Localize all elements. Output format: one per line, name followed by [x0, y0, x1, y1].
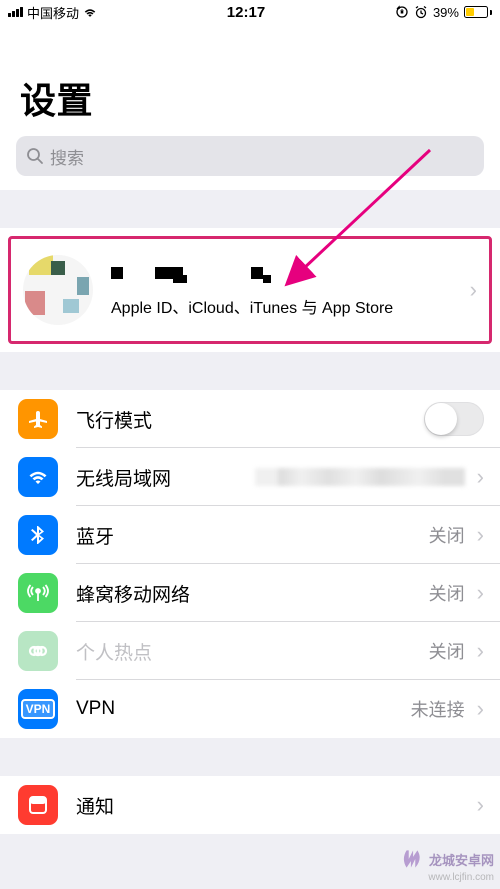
watermark-url: www.lcjfin.com [399, 872, 494, 883]
search-wrap: 搜索 [0, 136, 500, 190]
apple-id-row[interactable]: Apple ID、iCloud、iTunes 与 App Store › [8, 236, 492, 344]
airplane-mode-row[interactable]: 飞行模式 [0, 390, 500, 448]
profile-name-redacted [111, 263, 466, 285]
row-value: 关闭 [429, 638, 465, 664]
row-value: 未连接 [411, 696, 465, 722]
row-value: 关闭 [429, 580, 465, 606]
chevron-icon: › [477, 522, 484, 548]
rotation-lock-icon [395, 5, 409, 19]
row-value: 关闭 [429, 522, 465, 548]
hotspot-icon [18, 631, 58, 671]
battery-icon [464, 6, 492, 18]
cellular-icon [18, 573, 58, 613]
watermark-text: 龙城安卓网 [429, 850, 494, 869]
avatar [23, 255, 93, 325]
status-bar: 中国移动 12:17 39% [0, 0, 500, 24]
chevron-icon: › [477, 580, 484, 606]
clock: 12:17 [227, 4, 265, 21]
vpn-row[interactable]: VPN VPN 未连接 › [0, 680, 500, 738]
notifications-icon [18, 785, 58, 825]
row-label: 蓝牙 [76, 522, 429, 549]
cellular-row[interactable]: 蜂窝移动网络 关闭 › [0, 564, 500, 622]
profile-group: Apple ID、iCloud、iTunes 与 App Store › [0, 228, 500, 352]
hotspot-row[interactable]: 个人热点 关闭 › [0, 622, 500, 680]
row-label: 通知 [76, 792, 473, 819]
profile-subtitle: Apple ID、iCloud、iTunes 与 App Store [111, 294, 466, 318]
battery-pct: 39% [433, 5, 459, 20]
wifi-status-icon [83, 7, 97, 18]
row-label: 个人热点 [76, 638, 429, 665]
search-placeholder: 搜索 [50, 144, 84, 169]
status-left: 中国移动 [8, 3, 97, 22]
chevron-icon: › [470, 277, 477, 303]
notifications-group: 通知 › [0, 776, 500, 834]
search-icon [26, 147, 44, 165]
connectivity-group: 飞行模式 无线局域网 › 蓝牙 关闭 › 蜂窝移动网络 关闭 › 个人热点 关闭… [0, 390, 500, 738]
page-title: 设置 [20, 72, 480, 124]
chevron-icon: › [477, 638, 484, 664]
profile-text: Apple ID、iCloud、iTunes 与 App Store [111, 263, 466, 318]
wifi-value-redacted [255, 468, 465, 486]
wifi-row[interactable]: 无线局域网 › [0, 448, 500, 506]
row-label: 无线局域网 [76, 464, 255, 491]
signal-icon [8, 7, 23, 17]
chevron-icon: › [477, 696, 484, 722]
airplane-toggle[interactable] [424, 402, 484, 436]
airplane-icon [18, 399, 58, 439]
row-label: 飞行模式 [76, 406, 424, 433]
vpn-icon: VPN [18, 689, 58, 729]
search-input[interactable]: 搜索 [16, 136, 484, 176]
watermark-icon [399, 846, 425, 872]
wifi-icon [18, 457, 58, 497]
row-label: 蜂窝移动网络 [76, 580, 429, 607]
chevron-icon: › [477, 464, 484, 490]
chevron-icon: › [477, 792, 484, 818]
header: 设置 [0, 24, 500, 136]
row-label: VPN [76, 698, 411, 720]
alarm-icon [414, 5, 428, 19]
carrier-label: 中国移动 [27, 3, 79, 22]
notifications-row[interactable]: 通知 › [0, 776, 500, 834]
watermark: 龙城安卓网 www.lcjfin.com [399, 846, 494, 883]
bluetooth-row[interactable]: 蓝牙 关闭 › [0, 506, 500, 564]
status-right: 39% [395, 5, 492, 20]
bluetooth-icon [18, 515, 58, 555]
